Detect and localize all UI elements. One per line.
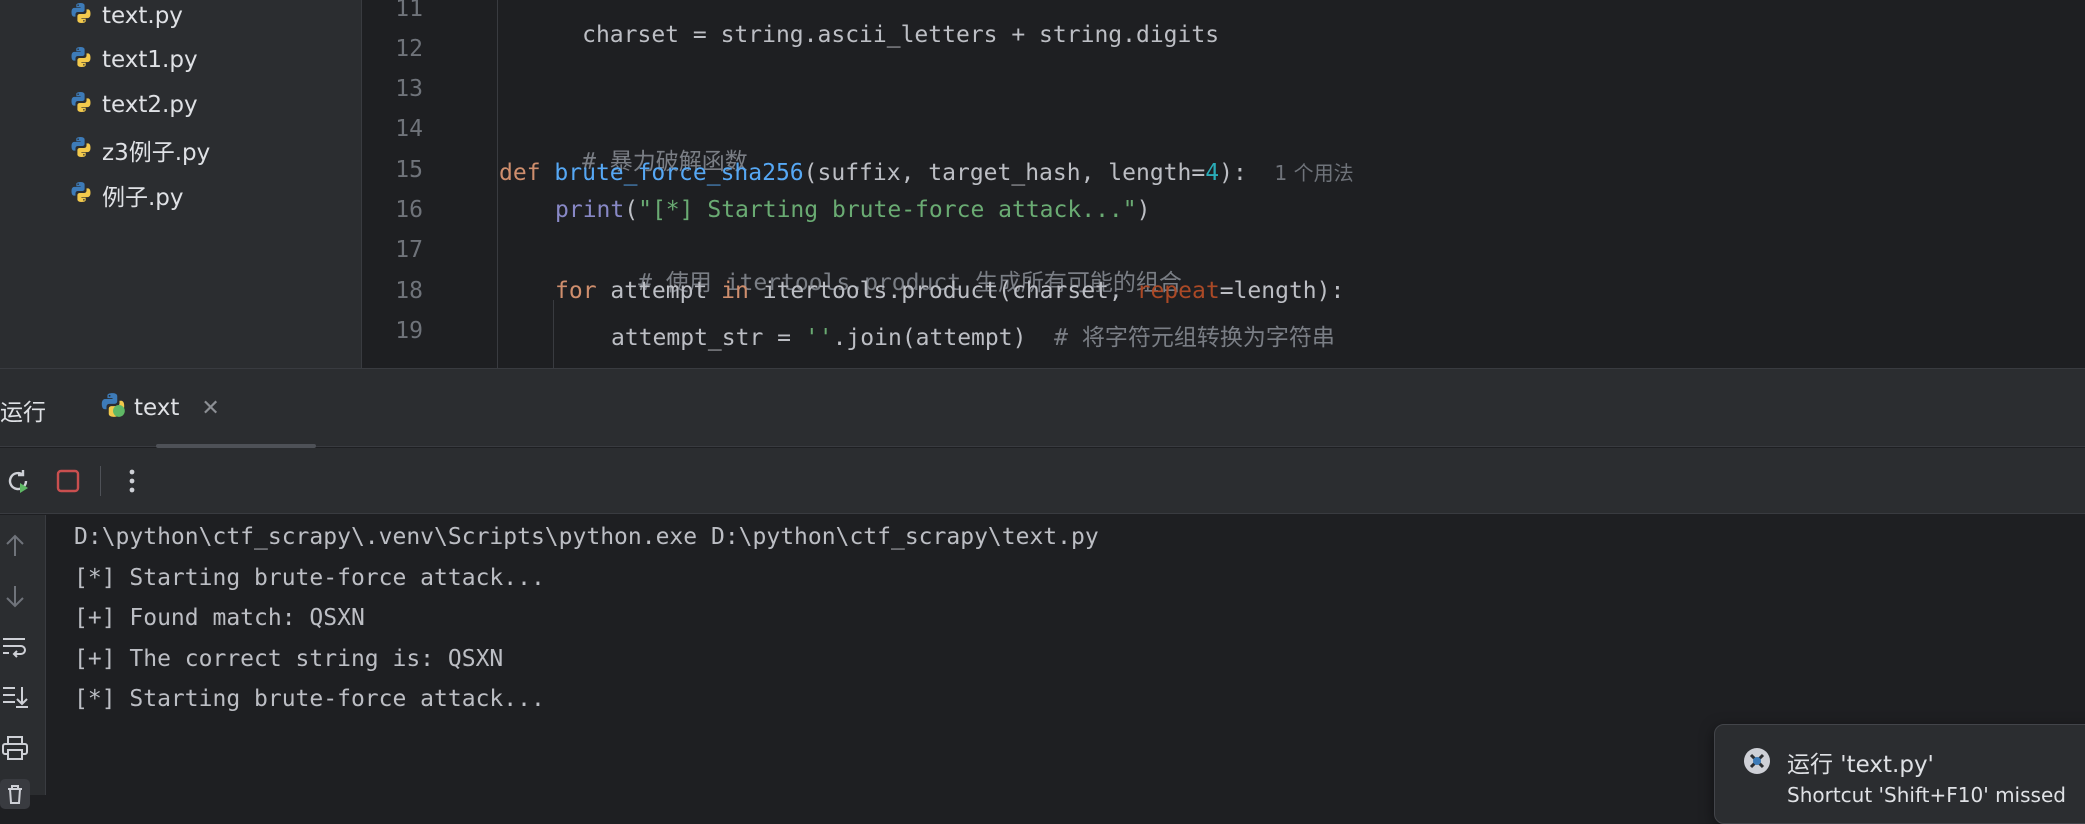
more-vertical-icon: [129, 469, 135, 493]
run-toolbar: [0, 448, 2085, 514]
ide-top-area: text.py text1.py text2.py z3例子.py 例子.py: [0, 0, 2085, 368]
scroll-to-end-icon: [3, 687, 28, 708]
notification-title: 运行 'text.py': [1787, 752, 1934, 778]
tree-item-example-py[interactable]: 例子.py: [70, 175, 184, 215]
tree-item-text2-py[interactable]: text2.py: [70, 85, 198, 125]
tree-item-text1-py[interactable]: text1.py: [70, 40, 198, 80]
python-file-icon: [70, 91, 92, 119]
more-options-button[interactable]: [116, 465, 148, 497]
clear-console-button[interactable]: [0, 779, 30, 809]
python-file-icon: [70, 46, 92, 74]
code-line-16: print("[*] Starting brute-force attack..…: [555, 197, 1151, 223]
tab-text-run-config[interactable]: text ✕: [78, 369, 316, 448]
key-promoter-icon: [1744, 748, 1770, 774]
toolbar-separator: [100, 466, 101, 496]
line-number: 17: [395, 237, 423, 263]
tree-item-label: 例子.py: [102, 185, 184, 211]
code-line-15: def brute_force_sha256(suffix, target_ha…: [499, 160, 1354, 186]
python-file-icon: [70, 181, 92, 209]
console-line: [*] Starting brute-force attack...: [74, 564, 545, 591]
print-button[interactable]: [0, 733, 30, 763]
run-panel-header: 运行 text ✕: [0, 369, 2085, 448]
project-tree: text.py text1.py text2.py z3例子.py 例子.py: [0, 0, 362, 368]
stop-icon: [56, 469, 80, 493]
tree-item-z3-example-py[interactable]: z3例子.py: [70, 130, 210, 170]
print-icon: [2, 736, 28, 760]
usage-hint[interactable]: 1 个用法: [1275, 161, 1354, 185]
indent-guide: [553, 300, 554, 368]
console-line: [+] The correct string is: QSXN: [74, 645, 504, 672]
shortcut-notification[interactable]: 运行 'text.py' Shortcut 'Shift+F10' missed: [1714, 724, 2085, 824]
line-number: 11: [395, 0, 423, 22]
run-panel-title: 运行: [0, 400, 46, 426]
console-line: [*] Starting brute-force attack...: [74, 686, 545, 712]
tree-item-label: z3例子.py: [102, 140, 211, 166]
scroll-to-end-button[interactable]: [0, 681, 30, 711]
console-side-toolbar: [0, 515, 46, 809]
tree-item-label: text2.py: [102, 92, 198, 118]
line-number: 14: [395, 116, 423, 142]
stop-button[interactable]: [52, 465, 84, 497]
trash-icon: [8, 785, 22, 804]
arrow-down-icon: [6, 586, 24, 608]
code-line-19: attempt_str = ''.join(attempt) # 将字符元组转换…: [611, 325, 1335, 351]
soft-wrap-icon: [3, 638, 26, 658]
line-number: 16: [395, 197, 423, 223]
tab-label: text: [134, 395, 180, 421]
python-run-icon: [100, 392, 126, 424]
rerun-icon: [8, 470, 28, 493]
indent-guide: [497, 0, 498, 368]
scroll-down-button[interactable]: [0, 581, 30, 611]
tree-item-label: text.py: [102, 3, 183, 29]
console-line: [+] Found match: QSXN: [74, 605, 365, 631]
line-number: 15: [395, 157, 423, 183]
python-file-icon: [70, 136, 92, 164]
close-icon[interactable]: ✕: [201, 396, 219, 421]
line-number: 18: [395, 278, 423, 304]
code-line-11: charset = string.ascii_letters + string.…: [582, 22, 1220, 48]
notification-subtitle: Shortcut 'Shift+F10' missed: [1787, 783, 2066, 807]
code-editor[interactable]: 11 12 13 14 15 16 17 18 19 charset = str…: [363, 0, 2085, 368]
arrow-up-icon: [6, 534, 24, 556]
python-file-icon: [70, 2, 92, 30]
console-output[interactable]: D:\python\ctf_scrapy\.venv\Scripts\pytho…: [74, 517, 1099, 720]
rerun-button[interactable]: [2, 465, 34, 497]
line-number: 12: [395, 36, 423, 62]
soft-wrap-button[interactable]: [0, 631, 30, 661]
code-line-18: for attempt in itertools.product(charset…: [555, 278, 1345, 304]
tree-item-label: text1.py: [102, 47, 198, 73]
console-line: D:\python\ctf_scrapy\.venv\Scripts\pytho…: [74, 524, 1099, 550]
scroll-up-button[interactable]: [0, 531, 30, 561]
tree-item-text-py[interactable]: text.py: [70, 0, 183, 36]
line-number: 19: [395, 318, 423, 344]
line-number: 13: [395, 76, 423, 102]
